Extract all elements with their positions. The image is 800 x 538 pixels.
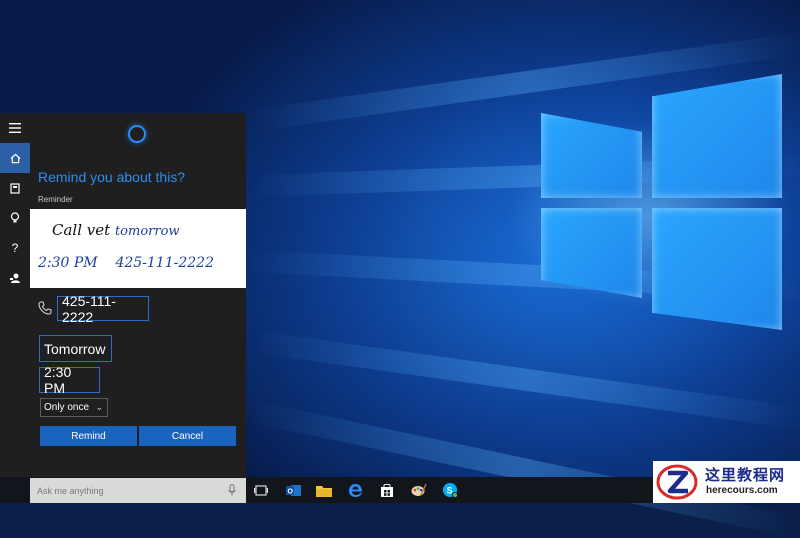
remind-button[interactable]: Remind: [40, 426, 137, 446]
reminder-section-label: Reminder: [38, 195, 73, 204]
phone-icon: [38, 301, 52, 315]
time-field[interactable]: 2:30 PM: [39, 364, 100, 396]
file-explorer-icon[interactable]: [315, 481, 333, 499]
note-time-phone: 2:30 PM 425-111-2222: [38, 255, 214, 271]
hamburger-icon[interactable]: [0, 113, 30, 143]
windows-logo-pane: [541, 113, 642, 198]
reminder-question: Remind you about this?: [38, 169, 186, 185]
svg-text:S: S: [447, 486, 453, 496]
edge-icon[interactable]: [346, 481, 364, 499]
frequency-dropdown[interactable]: Only once ⌄: [40, 398, 108, 417]
cortana-rail: ?: [0, 113, 30, 477]
store-icon[interactable]: [378, 481, 396, 499]
watermark-logo: [656, 464, 698, 500]
feedback-icon[interactable]: [0, 263, 30, 293]
frequency-value: Only once: [44, 402, 90, 413]
note-highlight: tomorrow: [114, 224, 180, 239]
note-text: Call vet: [52, 221, 111, 239]
outlook-icon[interactable]: O: [284, 481, 302, 499]
lightbulb-icon[interactable]: [0, 203, 30, 233]
chevron-down-icon: ⌄: [95, 402, 103, 412]
paint-icon[interactable]: [410, 481, 428, 499]
home-icon[interactable]: [0, 143, 30, 173]
microphone-icon[interactable]: [228, 484, 236, 496]
windows-logo-pane: [652, 74, 782, 198]
light-ray: [248, 330, 800, 430]
cortana-search-box[interactable]: Ask me anything: [30, 478, 246, 503]
cancel-button[interactable]: Cancel: [139, 426, 236, 446]
phone-field[interactable]: 425-111-2222: [57, 293, 149, 325]
date-field[interactable]: Tomorrow: [39, 335, 112, 362]
help-icon[interactable]: ?: [0, 233, 30, 263]
watermark-title: 这里教程网: [705, 467, 786, 484]
watermark-url: herecours.com: [706, 485, 778, 496]
task-view-icon[interactable]: [252, 481, 270, 499]
svg-text:O: O: [287, 488, 293, 495]
windows-logo-pane: [652, 208, 782, 330]
skype-icon[interactable]: S: [441, 481, 459, 499]
notebook-icon[interactable]: [0, 173, 30, 203]
cortana-ring-icon: [128, 125, 146, 143]
handwritten-note: Call vet tomorrow 2:30 PM 425-111-2222: [30, 209, 246, 288]
